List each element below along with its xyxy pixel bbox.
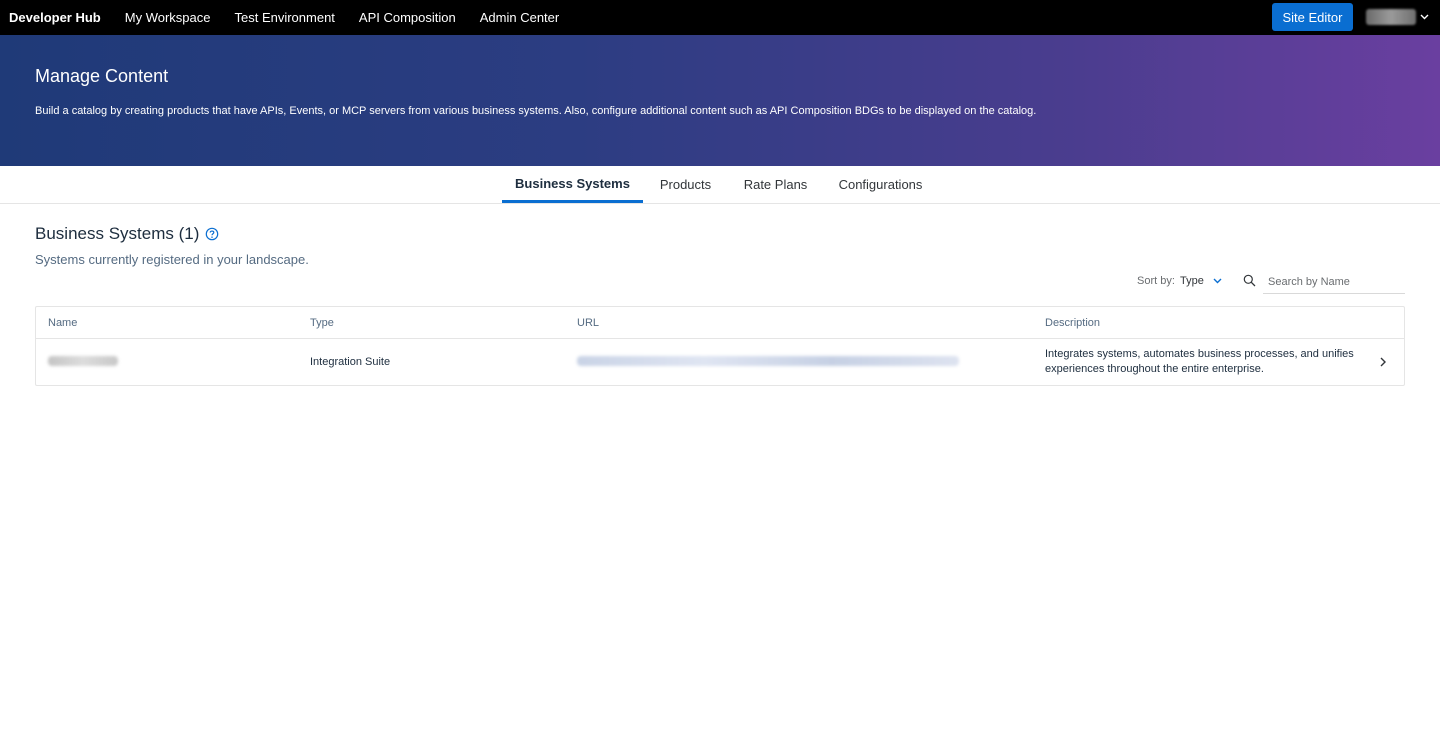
page-description: Build a catalog by creating products tha… bbox=[35, 105, 1037, 117]
chevron-down-icon bbox=[1213, 276, 1223, 286]
column-header-type[interactable]: Type bbox=[310, 317, 334, 329]
system-description: Integrates systems, automates business p… bbox=[1045, 348, 1354, 375]
site-editor-button[interactable]: Site Editor bbox=[1272, 3, 1353, 31]
question-circle-icon[interactable] bbox=[205, 227, 219, 241]
tab-business-systems[interactable]: Business Systems bbox=[502, 166, 643, 203]
nav-link-api-composition[interactable]: API Composition bbox=[359, 10, 456, 25]
section-title-text: Business Systems (1) bbox=[35, 224, 200, 243]
search-field bbox=[1243, 270, 1405, 294]
table-row[interactable]: Integration Suite Integrates systems, au… bbox=[36, 339, 1404, 385]
section-subtitle: Systems currently registered in your lan… bbox=[35, 252, 309, 267]
chevron-down-icon bbox=[1419, 12, 1429, 22]
user-menu[interactable] bbox=[1366, 9, 1429, 25]
page-title: Manage Content bbox=[35, 66, 169, 86]
column-header-url[interactable]: URL bbox=[577, 317, 599, 329]
nav-link-my-workspace[interactable]: My Workspace bbox=[125, 10, 211, 25]
column-header-name[interactable]: Name bbox=[48, 317, 77, 329]
chevron-right-icon[interactable] bbox=[1380, 356, 1390, 368]
nav-link-admin-center[interactable]: Admin Center bbox=[480, 10, 559, 25]
tab-rate-plans[interactable]: Rate Plans bbox=[728, 166, 823, 203]
search-icon[interactable] bbox=[1243, 274, 1256, 287]
sort-value: Type bbox=[1180, 275, 1204, 287]
business-systems-table: Name Type URL Description Integration Su… bbox=[35, 306, 1405, 386]
sort-label: Sort by: bbox=[1137, 275, 1175, 287]
content-tabs: Business Systems Products Rate Plans Con… bbox=[0, 166, 1440, 204]
sort-select[interactable]: Type bbox=[1180, 272, 1223, 290]
tab-configurations[interactable]: Configurations bbox=[823, 166, 938, 203]
section-title: Business Systems (1) bbox=[35, 224, 219, 244]
nav-link-test-environment[interactable]: Test Environment bbox=[234, 10, 334, 25]
brand-logo-text[interactable]: Developer Hub bbox=[9, 10, 101, 25]
system-name-redacted bbox=[48, 356, 118, 366]
system-type: Integration Suite bbox=[310, 356, 391, 368]
tab-products[interactable]: Products bbox=[643, 166, 728, 203]
user-name-redacted bbox=[1366, 9, 1416, 25]
top-navigation-bar: Developer Hub My Workspace Test Environm… bbox=[0, 0, 1440, 35]
system-url-redacted bbox=[577, 356, 959, 366]
hero-banner: Manage Content Build a catalog by creati… bbox=[0, 35, 1440, 166]
table-header: Name Type URL Description bbox=[36, 307, 1404, 339]
column-header-description[interactable]: Description bbox=[1045, 317, 1100, 329]
search-input[interactable] bbox=[1263, 270, 1405, 294]
